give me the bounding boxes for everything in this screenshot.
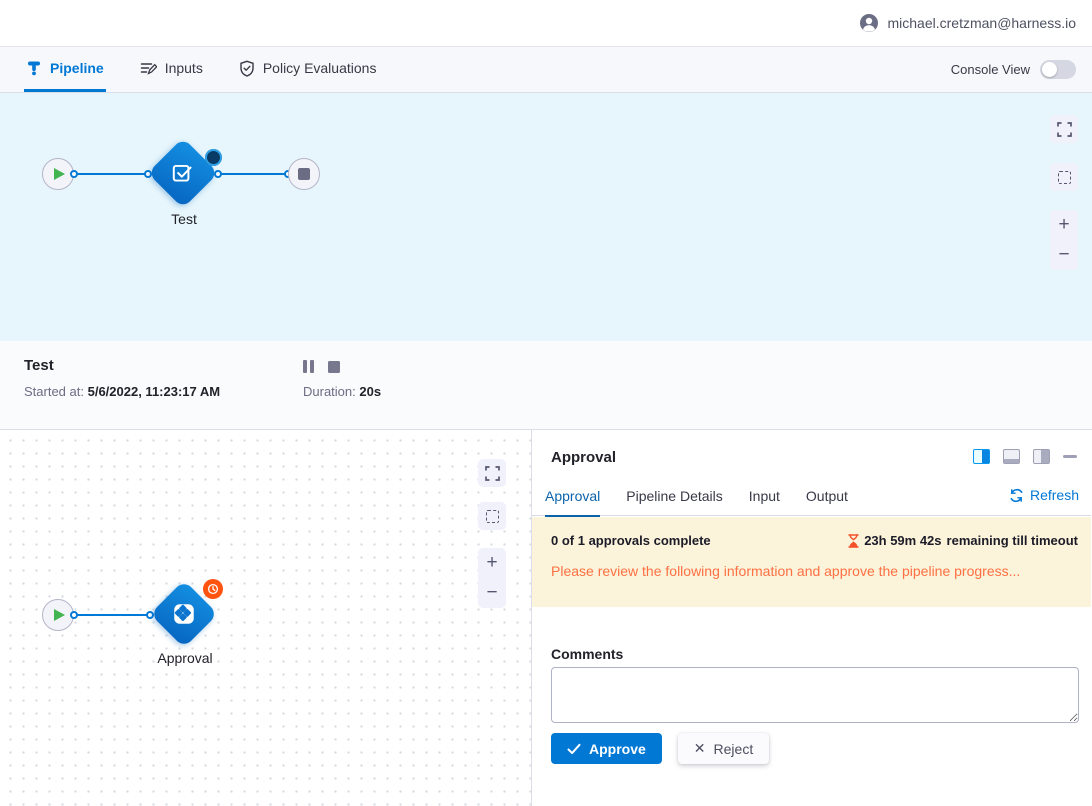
zoom-controls: + − [478, 548, 506, 608]
policy-shield-icon [239, 60, 255, 77]
timeout-remaining-value: 23h 59m 42s [864, 533, 941, 548]
zoom-out-button[interactable]: − [1050, 240, 1078, 270]
edge-dot [214, 170, 222, 178]
tab-pipeline-details[interactable]: Pipeline Details [626, 482, 723, 517]
reject-button[interactable]: ✕ Reject [678, 733, 769, 764]
approval-banner: 0 of 1 approvals complete 23h 59m 42s re… [532, 517, 1091, 607]
toggle-knob [1042, 62, 1057, 77]
play-icon [54, 168, 65, 180]
comments-label: Comments [551, 646, 623, 662]
zoom-out-button[interactable]: − [478, 578, 506, 608]
zoom-controls: + − [1050, 210, 1078, 270]
user-avatar-icon [859, 13, 879, 33]
tab-policy-evaluations-label: Policy Evaluations [263, 60, 377, 76]
approval-step-icon [171, 601, 197, 627]
edge-start-to-approval [74, 614, 150, 616]
edge-dot [70, 611, 78, 619]
duration-value: 20s [359, 384, 381, 399]
step-details-panel: Approval Approval Pipeline Details Input… [532, 430, 1091, 806]
execution-status-bar: Test Started at: 5/6/2022, 11:23:17 AM D… [0, 341, 1092, 430]
approve-label: Approve [589, 741, 646, 757]
tab-pipeline[interactable]: Pipeline [24, 47, 106, 92]
test-node-label: Test [171, 211, 197, 227]
fullscreen-icon [1057, 122, 1072, 137]
approval-waiting-badge [203, 579, 223, 599]
started-at-label: Started at: [24, 384, 84, 399]
tab-inputs-label: Inputs [165, 60, 203, 76]
fit-to-screen-button[interactable] [478, 459, 506, 487]
check-icon [567, 743, 581, 755]
refresh-label: Refresh [1030, 487, 1079, 503]
tab-inputs[interactable]: Inputs [138, 47, 205, 92]
approval-message: Please review the following information … [551, 563, 1078, 579]
minimize-panel-button[interactable] [1063, 455, 1077, 458]
tab-input[interactable]: Input [749, 482, 780, 517]
inputs-icon [140, 60, 157, 76]
timeout-remaining-suffix: remaining till timeout [947, 533, 1078, 548]
stage-graph-canvas[interactable]: Approval + − [0, 430, 532, 806]
edge-start-to-test [74, 173, 148, 175]
details-panel-title: Approval [551, 449, 616, 466]
test-stage-node[interactable] [148, 138, 219, 209]
user-menu[interactable]: michael.cretzman@harness.io [859, 13, 1076, 33]
layout-right-panel-button[interactable] [1033, 449, 1050, 464]
approvals-count-text: 0 of 1 approvals complete [551, 533, 711, 548]
fit-to-screen-button[interactable] [1050, 115, 1078, 143]
refresh-icon [1009, 488, 1024, 503]
layout-bottom-split-button[interactable] [1003, 449, 1020, 464]
refresh-button[interactable]: Refresh [1009, 482, 1079, 503]
stage-title: Test [24, 357, 303, 374]
edge-test-to-end [218, 173, 288, 175]
marquee-select-button[interactable] [478, 502, 506, 530]
clock-icon [207, 583, 219, 595]
marquee-select-button[interactable] [1050, 163, 1078, 191]
execution-nav: Pipeline Inputs Policy Evaluations Conso… [0, 47, 1092, 93]
pipeline-icon [26, 60, 42, 76]
hourglass-icon [848, 534, 859, 548]
marquee-icon [1058, 171, 1071, 184]
console-view-label: Console View [951, 62, 1030, 77]
tab-policy-evaluations[interactable]: Policy Evaluations [237, 47, 379, 92]
zoom-in-button[interactable]: + [478, 548, 506, 578]
tab-pipeline-label: Pipeline [50, 60, 104, 76]
check-square-icon [170, 160, 196, 186]
tab-approval[interactable]: Approval [545, 482, 600, 517]
user-email: michael.cretzman@harness.io [887, 15, 1076, 31]
layout-right-split-button[interactable] [973, 449, 990, 464]
console-view-toggle[interactable] [1040, 60, 1076, 79]
marquee-icon [486, 510, 499, 523]
pipeline-end-node[interactable] [288, 158, 320, 190]
pause-button[interactable] [303, 360, 314, 373]
duration-label: Duration: [303, 384, 356, 399]
approval-node-label: Approval [157, 650, 212, 666]
started-at-value: 5/6/2022, 11:23:17 AM [88, 384, 221, 399]
comments-input[interactable] [551, 667, 1079, 723]
x-icon: ✕ [694, 740, 706, 757]
details-tabs: Approval Pipeline Details Input Output R… [532, 482, 1091, 516]
reject-label: Reject [714, 741, 754, 757]
stop-icon [298, 168, 310, 180]
edge-dot [70, 170, 78, 178]
zoom-in-button[interactable]: + [1050, 210, 1078, 240]
pipeline-graph-canvas[interactable]: Test + − [0, 93, 1092, 341]
topbar: michael.cretzman@harness.io [0, 0, 1092, 47]
test-running-badge [205, 149, 222, 166]
tab-output[interactable]: Output [806, 482, 848, 517]
abort-button[interactable] [328, 361, 340, 373]
fullscreen-icon [485, 466, 500, 481]
approve-button[interactable]: Approve [551, 733, 662, 764]
play-icon [54, 609, 65, 621]
